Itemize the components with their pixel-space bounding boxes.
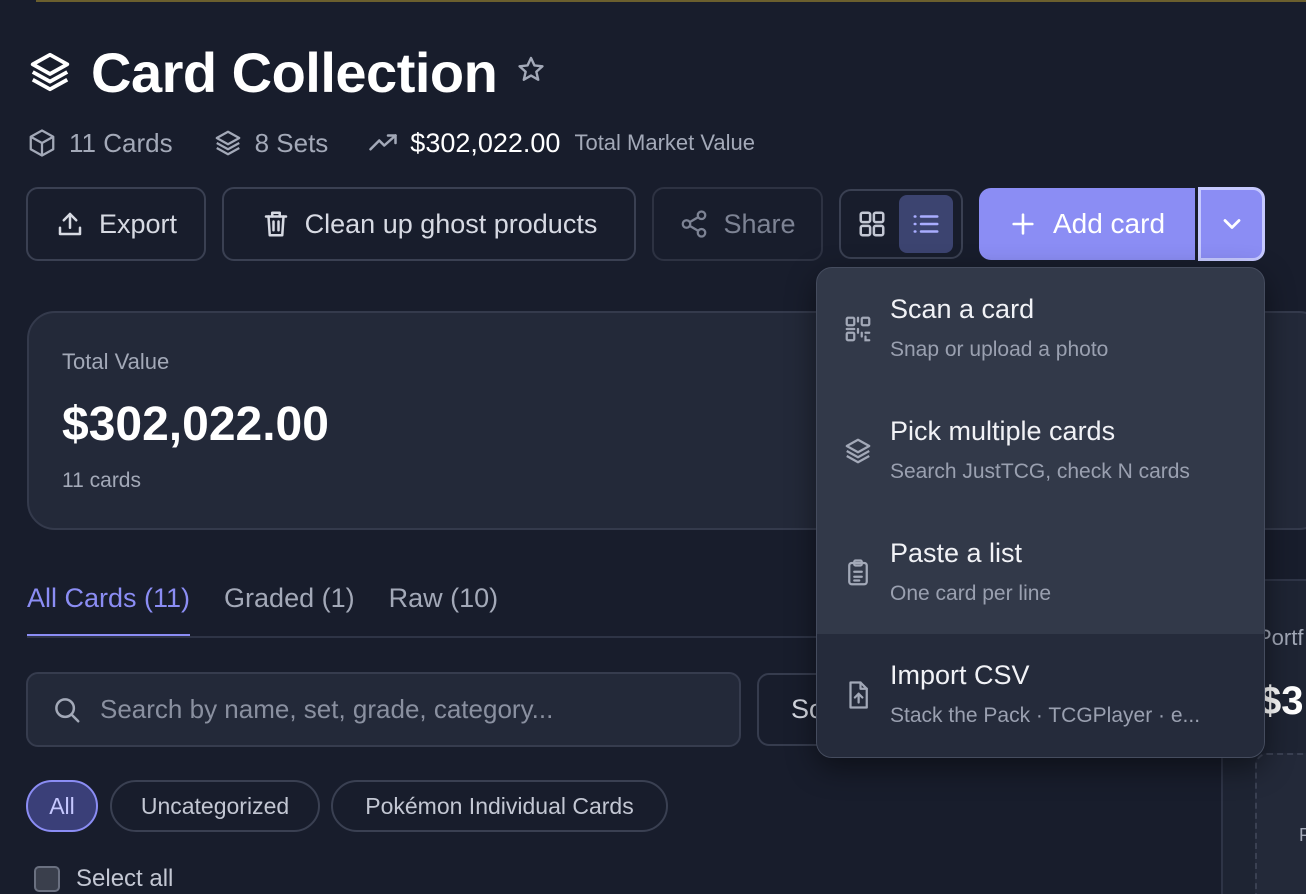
layers-icon (30, 52, 70, 92)
portfolio-card-amount: $3 (1259, 679, 1304, 723)
stat-sets: 8 Sets (213, 127, 329, 159)
market-value-caption: Total Market Value (574, 130, 756, 155)
page-header: Card Collection (27, 40, 547, 104)
total-value-amount: $302,022.00 (62, 398, 329, 451)
portfolio-card-placeholder: P (1255, 753, 1306, 894)
total-value-label: Total Value (62, 349, 170, 374)
box-icon (29, 129, 55, 157)
search-input[interactable] (100, 694, 700, 725)
menu-item-subtitle: Snap or upload a photo (890, 338, 1109, 361)
favorite-star-icon[interactable] (515, 54, 547, 86)
stat-cards: 11 Cards (27, 128, 173, 159)
add-card-menu-toggle[interactable] (1198, 187, 1265, 261)
total-value-count: 11 cards (62, 469, 141, 492)
export-button[interactable]: Export (26, 187, 206, 261)
stat-cards-label: 11 Cards (69, 127, 173, 158)
menu-item-title: Import CSV (890, 660, 1030, 690)
trending-up-icon (369, 134, 398, 151)
menu-item-subtitle: Stack the Pack · TCGPlayer · e... (890, 704, 1201, 727)
select-all[interactable]: Select all (34, 865, 173, 893)
menu-item-subtitle: One card per line (890, 582, 1052, 605)
tab-all-cards[interactable]: All Cards (11) (27, 577, 191, 637)
grid-icon (859, 211, 885, 237)
cleanup-ghost-products-button[interactable]: Clean up ghost products (222, 187, 636, 261)
select-all-checkbox[interactable] (34, 866, 60, 892)
trash-icon (264, 211, 287, 237)
menu-item-title: Pick multiple cards (890, 416, 1116, 446)
share-button[interactable]: Share (652, 187, 823, 261)
menu-item-pick-multiple[interactable]: Pick multiple cards Search JustTCG, chec… (817, 390, 1264, 512)
qr-scan-icon (845, 316, 871, 342)
stat-market-value: $302,022.00 Total Market Value (368, 128, 755, 159)
upload-icon (58, 212, 82, 236)
select-all-label: Select all (76, 865, 174, 892)
market-value: $302,022.00 (410, 127, 561, 158)
filter-chip-uncategorized[interactable]: Uncategorized (110, 780, 320, 832)
menu-item-title: Scan a card (890, 294, 1035, 324)
search-icon (55, 697, 80, 722)
portfolio-card-placeholder-text: P (1299, 825, 1306, 845)
layers-icon (215, 130, 240, 156)
plus-icon (1012, 213, 1034, 235)
menu-item-scan-card[interactable]: Scan a card Snap or upload a photo (817, 268, 1264, 390)
layers-icon (845, 438, 871, 464)
top-accent-line (36, 0, 1306, 2)
share-label: Share (723, 208, 796, 239)
collection-stats: 11 Cards 8 Sets $302,022.00 Total Market… (27, 124, 795, 162)
clipboard-list-icon (848, 559, 868, 586)
stat-sets-label: 8 Sets (254, 127, 329, 158)
file-upload-icon (849, 681, 868, 709)
menu-item-paste-list[interactable]: Paste a list One card per line (817, 512, 1264, 634)
menu-item-subtitle: Search JustTCG, check N cards (890, 460, 1190, 483)
page-title: Card Collection (91, 40, 498, 104)
tab-raw[interactable]: Raw (10) (389, 577, 499, 637)
filter-chip-pokemon-individual-cards[interactable]: Pokémon Individual Cards (331, 780, 668, 832)
cleanup-label: Clean up ghost products (304, 208, 598, 239)
add-card-button[interactable]: Add card (979, 188, 1195, 260)
chevron-down-icon (1223, 219, 1240, 229)
collection-tabs: All Cards (11) Graded (1) Raw (10) (27, 577, 532, 637)
share-icon (682, 210, 707, 238)
add-card-dropdown-menu: Scan a card Snap or upload a photo Pick … (816, 267, 1265, 758)
view-mode-toggle (839, 189, 963, 259)
add-card-label: Add card (1052, 208, 1166, 239)
export-label: Export (98, 208, 178, 239)
search-field[interactable] (26, 672, 741, 747)
tab-graded[interactable]: Graded (1) (224, 577, 355, 637)
menu-item-title: Paste a list (890, 538, 1023, 568)
list-icon (913, 215, 939, 233)
grid-view-button[interactable] (845, 195, 899, 253)
list-view-button[interactable] (899, 195, 953, 253)
menu-item-import-csv[interactable]: Import CSV Stack the Pack · TCGPlayer · … (817, 634, 1264, 757)
filter-chip-all[interactable]: All (26, 780, 98, 832)
